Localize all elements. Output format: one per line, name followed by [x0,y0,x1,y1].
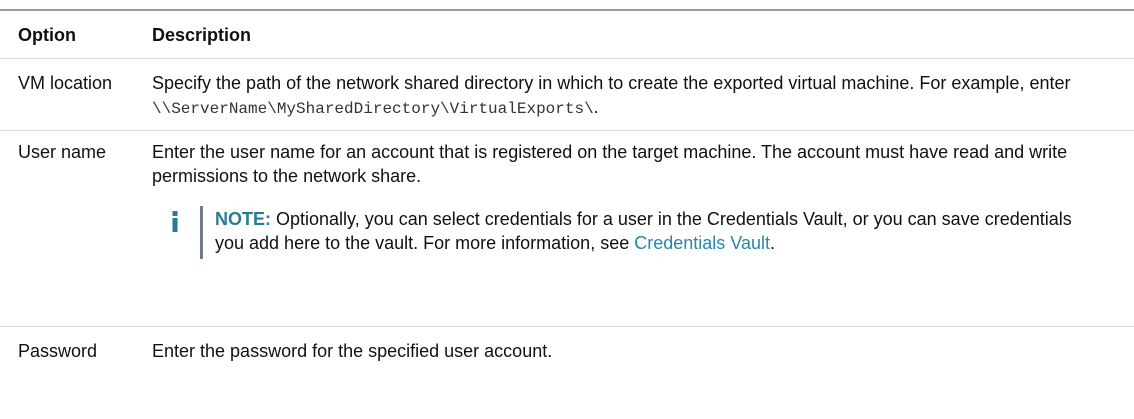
note-suffix: . [769,233,775,253]
options-table: Option Description VM location Specify t… [0,9,1134,369]
header-description: Description [152,24,252,45]
description-text: Specify the path of the network shared d… [152,73,1071,93]
description-vm-location: Specify the path of the network shared d… [152,71,1134,130]
description-suffix: . [593,97,599,117]
credentials-vault-link[interactable]: Credentials Vault [634,233,770,253]
table-row: VM location Specify the path of the netw… [0,59,1134,131]
header-option: Option [18,24,76,45]
info-icon [162,206,188,259]
note-bar [200,206,203,259]
table-row: Password Enter the password for the spec… [0,327,1134,369]
note-body: NOTE: Optionally, you can select credent… [215,206,1104,259]
description-password: Enter the password for the specified use… [152,341,553,361]
option-user-name: User name [18,142,107,162]
note-label: NOTE: [215,209,271,229]
note-callout: NOTE: Optionally, you can select credent… [162,206,1104,259]
table-row: User name Enter the user name for an acc… [0,131,1134,327]
description-text: Enter the user name for an account that … [152,142,1068,186]
option-password: Password [18,341,98,361]
example-path: \\ServerName\MySharedDirectory\VirtualEx… [152,100,594,118]
table-header-row: Option Description [0,11,1134,59]
description-user-name: Enter the user name for an account that … [152,140,1134,326]
option-vm-location: VM location [18,73,113,93]
